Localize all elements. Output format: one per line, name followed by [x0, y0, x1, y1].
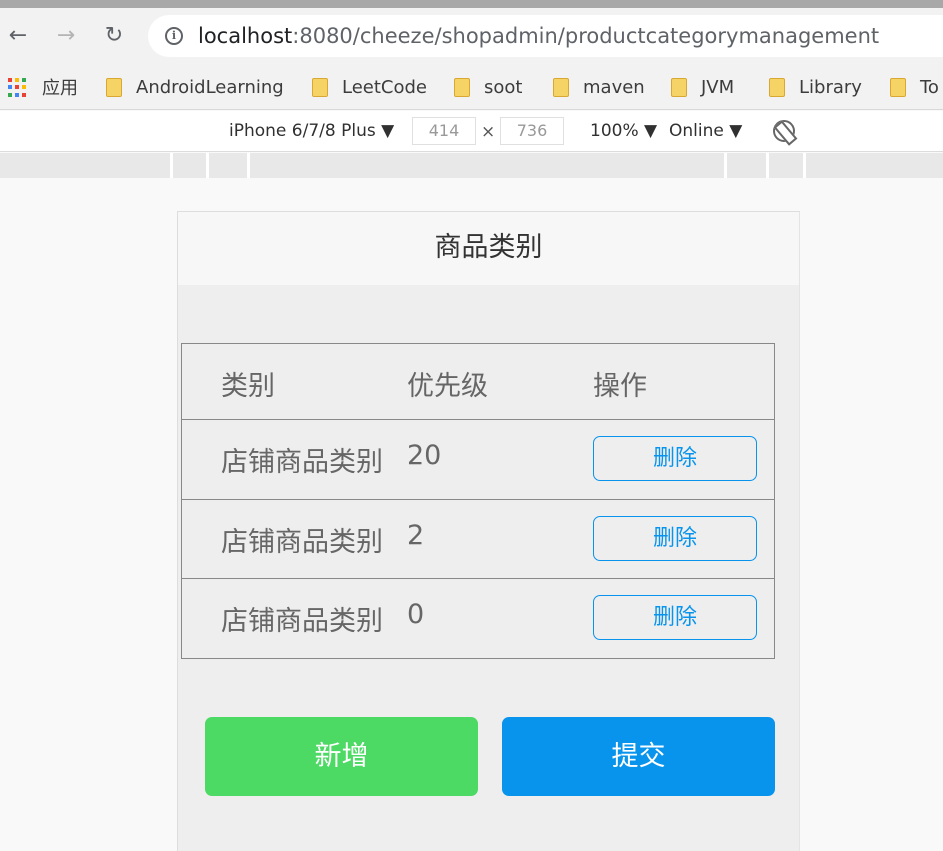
- table-row: 店铺商品类别 0 删除: [182, 579, 774, 658]
- category-name: 店铺商品类别: [221, 606, 383, 637]
- folder-icon: [553, 77, 569, 97]
- bookmark-label: LeetCode: [342, 76, 427, 98]
- bookmarks-bar: 应用 AndroidLearning LeetCode soot maven J…: [0, 64, 943, 110]
- header-action: 操作: [593, 371, 647, 402]
- bookmark-item[interactable]: LeetCode: [312, 73, 427, 101]
- folder-icon: [106, 77, 122, 97]
- browser-toolbar: ← → ↻ i localhost:8080/cheeze/shopadmin/…: [0, 8, 943, 64]
- bookmark-label: soot: [484, 76, 523, 98]
- address-bar[interactable]: i localhost:8080/cheeze/shopadmin/produc…: [148, 15, 943, 57]
- ruler-tick: [766, 153, 769, 178]
- dimension-separator: ×: [481, 122, 496, 142]
- ruler-tick: [247, 153, 250, 178]
- bookmark-item[interactable]: soot: [454, 73, 522, 101]
- zoom-select[interactable]: 100% ▼: [590, 121, 657, 141]
- folder-icon: [769, 77, 785, 97]
- ruler-tick: [170, 153, 173, 178]
- ruler-tick: [803, 153, 806, 178]
- forward-arrow-icon[interactable]: →: [52, 22, 80, 50]
- header-category: 类别: [221, 371, 275, 402]
- rotate-icon[interactable]: [773, 120, 795, 142]
- table-row: 店铺商品类别 2 删除: [182, 500, 774, 579]
- add-button[interactable]: 新增: [205, 717, 478, 796]
- device-select[interactable]: iPhone 6/7/8 Plus ▼: [229, 121, 394, 141]
- delete-button[interactable]: 删除: [593, 595, 757, 640]
- category-priority: 2: [407, 520, 425, 551]
- viewport-width-input[interactable]: 414: [412, 117, 476, 145]
- media-query-ruler: [0, 153, 943, 178]
- bookmark-item[interactable]: JVM: [671, 73, 734, 101]
- bookmark-item[interactable]: AndroidLearning: [106, 73, 284, 101]
- bookmark-label: maven: [583, 76, 645, 98]
- bookmark-item[interactable]: Library: [769, 73, 862, 101]
- bookmark-label: Library: [799, 76, 862, 98]
- delete-button[interactable]: 删除: [593, 516, 757, 561]
- bookmark-label: JVM: [701, 76, 735, 98]
- window-top-strip: [0, 0, 943, 8]
- device-viewport: 商品类别 类别 优先级 操作 店铺商品类别 20 删除 店铺商品类别 2 删除 …: [177, 211, 800, 851]
- category-name: 店铺商品类别: [221, 447, 383, 478]
- apps-grid-icon: [8, 77, 28, 97]
- folder-icon: [671, 77, 687, 97]
- bookmark-item[interactable]: maven: [553, 73, 645, 101]
- bookmark-label: 应用: [42, 78, 78, 99]
- category-priority: 0: [407, 599, 425, 630]
- url-text[interactable]: localhost:8080/cheeze/shopadmin/productc…: [198, 24, 879, 48]
- table-header-row: 类别 优先级 操作: [182, 344, 774, 420]
- bookmark-label: To: [920, 76, 939, 98]
- network-throttle-select[interactable]: Online ▼: [669, 121, 742, 141]
- ruler-tick: [206, 153, 209, 178]
- info-icon[interactable]: i: [165, 27, 183, 45]
- device-emulation-toolbar: iPhone 6/7/8 Plus ▼ 414 × 736 100% ▼ Onl…: [0, 111, 943, 152]
- bookmark-label: AndroidLearning: [136, 76, 284, 98]
- folder-icon: [890, 77, 906, 97]
- folder-icon: [454, 77, 470, 97]
- back-arrow-icon[interactable]: ←: [4, 22, 32, 50]
- reload-icon[interactable]: ↻: [100, 22, 128, 50]
- bookmark-apps[interactable]: 应用: [8, 73, 78, 101]
- viewport-height-input[interactable]: 736: [500, 117, 564, 145]
- bookmark-item[interactable]: To: [890, 73, 939, 101]
- submit-button[interactable]: 提交: [502, 717, 775, 796]
- category-priority: 20: [407, 440, 442, 471]
- folder-icon: [312, 77, 328, 97]
- header-priority: 优先级: [407, 371, 488, 402]
- category-name: 店铺商品类别: [221, 527, 383, 558]
- url-path: :8080/cheeze/shopadmin/productcategoryma…: [292, 24, 880, 48]
- category-table: 类别 优先级 操作 店铺商品类别 20 删除 店铺商品类别 2 删除 店铺商品类…: [181, 343, 775, 659]
- delete-button[interactable]: 删除: [593, 436, 757, 481]
- url-host: localhost: [198, 24, 293, 48]
- page-title: 商品类别: [178, 212, 799, 285]
- ruler-tick: [724, 153, 727, 178]
- table-row: 店铺商品类别 20 删除: [182, 420, 774, 500]
